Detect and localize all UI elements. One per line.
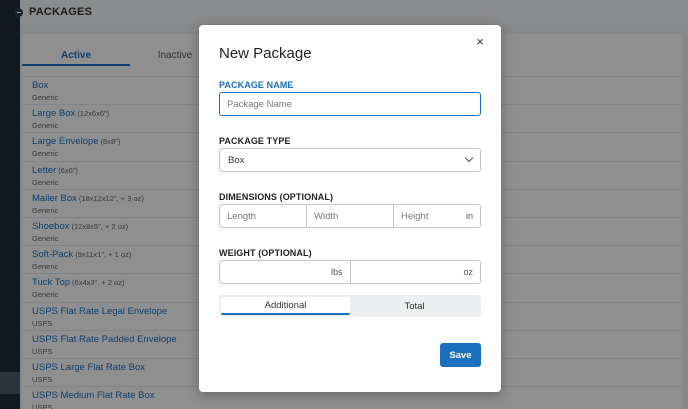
weight-group: lbs oz (219, 260, 481, 284)
weight-lbs-input[interactable]: lbs (220, 261, 351, 283)
dimensions-label: DIMENSIONS (OPTIONAL) (219, 192, 334, 202)
package-type-value: Box (228, 154, 245, 166)
weight-oz-input[interactable]: oz (351, 261, 481, 283)
dimensions-group: Length Width Height in (219, 204, 481, 228)
height-placeholder: Height (401, 210, 429, 222)
save-button[interactable]: Save (440, 343, 481, 367)
width-input[interactable]: Width (307, 205, 394, 227)
package-type-label: PACKAGE TYPE (219, 136, 291, 146)
close-icon[interactable]: × (473, 35, 487, 49)
weight-label: WEIGHT (OPTIONAL) (219, 248, 312, 258)
package-name-input[interactable] (219, 92, 481, 116)
dimension-unit: in (465, 211, 473, 221)
length-placeholder: Length (227, 210, 257, 222)
toggle-total[interactable]: Total (350, 297, 479, 315)
new-package-modal: New Package × PACKAGE NAME PACKAGE TYPE … (199, 25, 501, 392)
height-input[interactable]: Height in (394, 205, 480, 227)
toggle-additional[interactable]: Additional (221, 297, 350, 315)
package-type-select[interactable]: Box (219, 148, 481, 172)
weight-oz-unit: oz (463, 267, 473, 277)
length-input[interactable]: Length (220, 205, 307, 227)
package-name-label: PACKAGE NAME (219, 80, 294, 90)
width-placeholder: Width (314, 210, 339, 222)
weight-lbs-unit: lbs (330, 267, 343, 277)
chevron-down-icon (464, 153, 474, 163)
modal-title: New Package (219, 45, 312, 62)
weight-mode-toggle: Additional Total (219, 295, 481, 317)
